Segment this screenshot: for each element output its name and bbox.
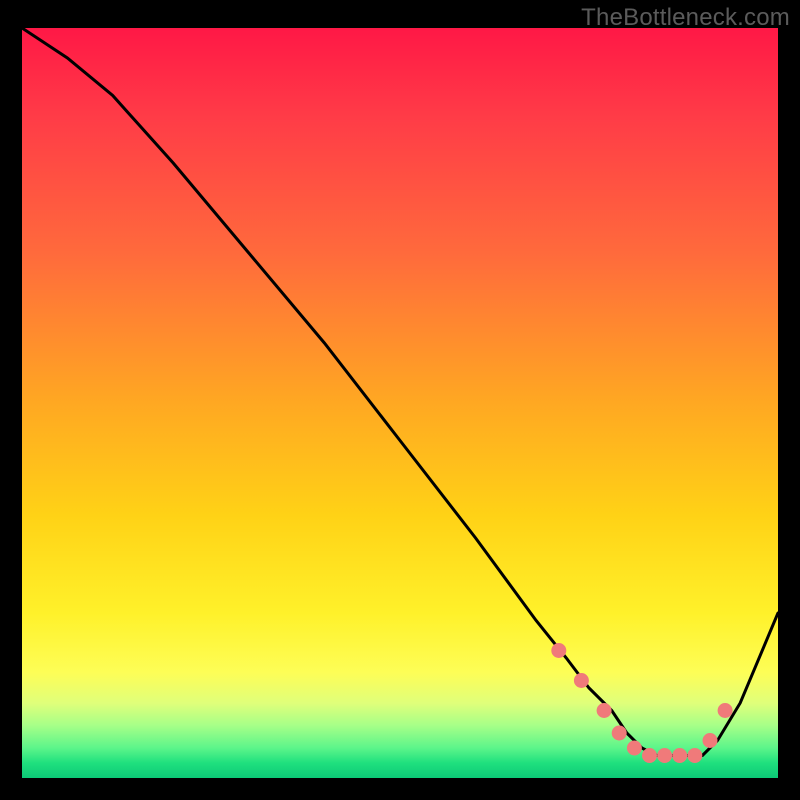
curve-line xyxy=(22,28,778,756)
marker-point xyxy=(597,704,611,718)
marker-point xyxy=(552,644,566,658)
chart-svg xyxy=(22,28,778,778)
marker-group xyxy=(552,644,732,763)
marker-point xyxy=(658,749,672,763)
marker-point xyxy=(612,726,626,740)
marker-point xyxy=(718,704,732,718)
watermark-text: TheBottleneck.com xyxy=(581,4,790,32)
chart-frame: TheBottleneck.com xyxy=(0,0,800,800)
marker-point xyxy=(643,749,657,763)
marker-point xyxy=(627,741,641,755)
marker-point xyxy=(673,749,687,763)
marker-point xyxy=(574,674,588,688)
marker-point xyxy=(688,749,702,763)
plot-area xyxy=(22,28,778,778)
marker-point xyxy=(703,734,717,748)
